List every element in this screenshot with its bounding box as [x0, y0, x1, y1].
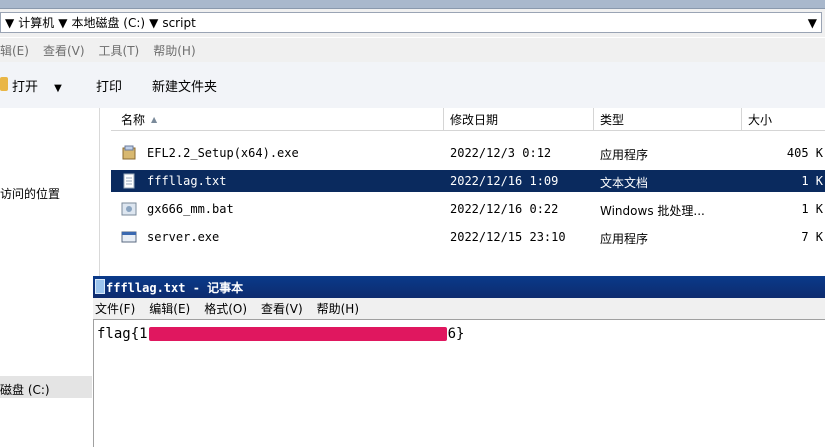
explorer-toolbar: 打开 ▼ 打印 新建文件夹 — [0, 62, 825, 109]
column-header-name[interactable]: 名称 ▲ — [111, 108, 444, 131]
column-date-label: 修改日期 — [450, 112, 499, 127]
file-size: 405 K — [786, 146, 823, 160]
navigation-pane: 访问的位置 磁盘 (C:) — [0, 108, 100, 446]
file-date: 2022/12/3 0:12 — [450, 146, 552, 160]
file-list: 名称 ▲ 修改日期 类型 大小 EFL2.2_Setup(x64).exe 20… — [100, 108, 825, 296]
file-date: 2022/12/15 23:10 — [450, 230, 566, 244]
flag-text-end: 6} — [447, 326, 465, 342]
file-row[interactable]: EFL2.2_Setup(x64).exe 2022/12/3 0:12 应用程… — [111, 142, 825, 164]
file-name: fffllag.txt — [147, 174, 227, 188]
notepad-menu-file[interactable]: 文件(F) — [95, 300, 135, 317]
notepad-titlebar[interactable]: fffllag.txt - 记事本 — [93, 276, 825, 298]
menu-view[interactable]: 查看(V) — [43, 42, 85, 59]
column-type-label: 类型 — [600, 112, 625, 127]
breadcrumb-disk[interactable]: 本地磁盘 (C:) — [71, 14, 145, 31]
file-type: 应用程序 — [600, 148, 649, 162]
open-button[interactable]: 打开 ▼ — [12, 76, 62, 95]
installer-icon — [122, 145, 136, 160]
notepad-content: flag{1 6} — [97, 326, 464, 342]
file-size: 1 K — [801, 202, 823, 216]
address-dropdown-icon[interactable]: ▼ — [808, 16, 817, 30]
notepad-menu-help[interactable]: 帮助(H) — [317, 300, 359, 317]
breadcrumb-script[interactable]: script — [162, 16, 195, 30]
explorer-menubar: 辑(E) 查看(V) 工具(T) 帮助(H) — [0, 38, 825, 62]
batch-file-icon — [121, 202, 137, 216]
file-name: gx666_mm.bat — [147, 202, 234, 216]
nav-local-disk[interactable]: 磁盘 (C:) — [0, 381, 50, 398]
notepad-menu-view[interactable]: 查看(V) — [261, 300, 303, 317]
column-name-label: 名称 — [121, 112, 146, 127]
column-header-size[interactable]: 大小 — [742, 108, 825, 131]
flag-text-start: flag{1 — [97, 326, 148, 342]
column-header-date[interactable]: 修改日期 — [444, 108, 594, 131]
file-row-selected[interactable]: fffllag.txt 2022/12/16 1:09 文本文档 1 K — [111, 170, 825, 192]
nav-recent-places[interactable]: 访问的位置 — [0, 185, 60, 202]
sort-ascending-icon: ▲ — [151, 114, 158, 124]
file-name: EFL2.2_Setup(x64).exe — [147, 146, 299, 160]
notepad-menubar: 文件(F) 编辑(E) 格式(O) 查看(V) 帮助(H) — [93, 298, 825, 319]
notepad-menu-edit[interactable]: 编辑(E) — [149, 300, 190, 317]
notepad-menu-format[interactable]: 格式(O) — [204, 300, 247, 317]
file-type: Windows 批处理... — [600, 204, 705, 218]
exe-file-icon — [121, 231, 137, 243]
open-label: 打开 — [12, 80, 39, 95]
menu-tools[interactable]: 工具(T) — [99, 42, 140, 59]
file-type: 应用程序 — [600, 232, 649, 246]
notepad-icon — [95, 279, 105, 294]
chevron-down-icon[interactable]: ▼ — [54, 83, 62, 94]
file-date: 2022/12/16 1:09 — [450, 174, 559, 188]
file-size: 7 K — [801, 230, 823, 244]
chevron-down-icon[interactable]: ▼ — [5, 16, 14, 30]
chevron-down-icon[interactable]: ▼ — [58, 16, 67, 30]
column-size-label: 大小 — [748, 112, 773, 127]
column-header-type[interactable]: 类型 — [594, 108, 742, 131]
address-field[interactable]: ▼ 计算机 ▼ 本地磁盘 (C:) ▼ script ▼ — [0, 12, 822, 33]
menu-help[interactable]: 帮助(H) — [153, 42, 195, 59]
new-folder-button[interactable]: 新建文件夹 — [152, 76, 217, 95]
redaction-mark — [148, 327, 447, 341]
chevron-down-icon[interactable]: ▼ — [149, 16, 158, 30]
window-top-edge — [0, 0, 825, 9]
file-type: 文本文档 — [600, 176, 649, 190]
file-size: 1 K — [801, 174, 823, 188]
open-icon — [0, 77, 8, 91]
file-row[interactable]: server.exe 2022/12/15 23:10 应用程序 7 K — [111, 226, 825, 248]
file-row[interactable]: gx666_mm.bat 2022/12/16 0:22 Windows 批处理… — [111, 198, 825, 220]
menu-edit[interactable]: 辑(E) — [0, 42, 29, 59]
notepad-title: fffllag.txt - 记事本 — [106, 281, 244, 295]
breadcrumb-computer[interactable]: 计算机 — [18, 14, 54, 31]
print-button[interactable]: 打印 — [96, 76, 122, 95]
file-date: 2022/12/16 0:22 — [450, 202, 559, 216]
notepad-text-area[interactable]: flag{1 6} — [93, 319, 825, 447]
address-bar: ▼ 计算机 ▼ 本地磁盘 (C:) ▼ script ▼ — [0, 9, 825, 37]
notepad-window: fffllag.txt - 记事本 文件(F) 编辑(E) 格式(O) 查看(V… — [93, 276, 825, 447]
text-file-icon — [123, 173, 135, 189]
file-name: server.exe — [147, 230, 220, 244]
